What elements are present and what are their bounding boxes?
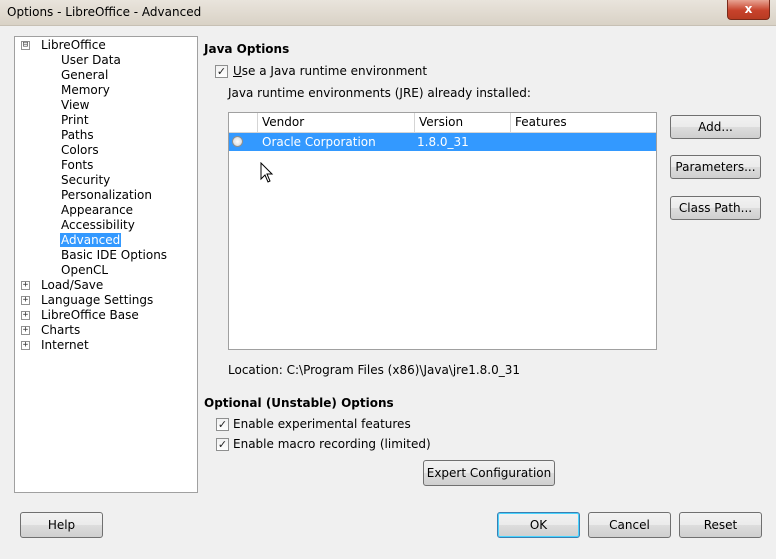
ok-button[interactable]: OK [497, 512, 580, 538]
table-row[interactable]: Oracle Corporation 1.8.0_31 [229, 133, 656, 151]
tree-item-view[interactable]: View [61, 98, 89, 113]
tree-item-label: Paths [61, 128, 94, 142]
experimental-features-label: Enable experimental features [233, 417, 411, 431]
tree-item-colors[interactable]: Colors [61, 143, 99, 158]
expand-icon[interactable]: + [21, 296, 30, 305]
add-button-label: Add... [698, 120, 733, 134]
tree-item-label: Accessibility [61, 218, 135, 232]
tree-item-label: Basic IDE Options [61, 248, 168, 262]
column-header-version[interactable]: Version [415, 113, 511, 133]
expert-configuration-label: Expert Configuration [426, 466, 552, 480]
tree-item-label: LibreOffice Base [41, 308, 139, 322]
tree-item-advanced[interactable]: Advanced [60, 233, 122, 248]
tree-item-label: OpenCL [61, 263, 109, 277]
tree-item-opencl[interactable]: OpenCL [61, 263, 108, 278]
help-button-label: Help [47, 518, 76, 532]
vendor-cell: Oracle Corporation [262, 135, 376, 149]
tree-item-general[interactable]: General [61, 68, 108, 83]
column-header-select [229, 113, 258, 133]
ok-button-label: OK [529, 518, 548, 532]
tree-item-appearance[interactable]: Appearance [61, 203, 133, 218]
cancel-button-label: Cancel [609, 518, 650, 532]
optional-options-heading: Optional (Unstable) Options [204, 396, 394, 410]
column-header-features[interactable]: Features [511, 113, 656, 133]
tree-item-label: User Data [61, 53, 121, 67]
tree-item-fonts[interactable]: Fonts [61, 158, 93, 173]
expand-icon[interactable]: + [21, 311, 30, 320]
mouse-cursor-icon [260, 162, 274, 183]
close-icon: x [744, 2, 753, 16]
use-jre-checkbox[interactable]: ✓ [215, 65, 228, 78]
jre-radio[interactable] [232, 136, 243, 147]
version-cell: 1.8.0_31 [417, 135, 469, 149]
check-icon: ✓ [217, 438, 228, 451]
options-tree[interactable]: ⊟ LibreOffice User Data General Memory V… [14, 36, 198, 493]
tree-item-accessibility[interactable]: Accessibility [61, 218, 135, 233]
tree-item-label: Internet [41, 338, 89, 352]
tree-item-personalization[interactable]: Personalization [61, 188, 152, 203]
tree-item-security[interactable]: Security [61, 173, 110, 188]
title-bar: Options - LibreOffice - Advanced x [0, 0, 776, 26]
reset-button[interactable]: Reset [679, 512, 762, 538]
class-path-button-label: Class Path... [678, 201, 753, 215]
installed-jre-label: Java runtime environments (JRE) already … [228, 86, 531, 100]
check-icon: ✓ [216, 65, 227, 78]
reset-button-label: Reset [703, 518, 738, 532]
tree-item-memory[interactable]: Memory [61, 83, 110, 98]
cancel-button[interactable]: Cancel [588, 512, 671, 538]
macro-recording-checkbox[interactable]: ✓ [216, 438, 229, 451]
column-header-vendor[interactable]: Vendor [258, 113, 415, 133]
parameters-button[interactable]: Parameters... [670, 155, 761, 179]
tree-item-label: General [61, 68, 109, 82]
tree-item-label: View [61, 98, 90, 112]
expert-configuration-button[interactable]: Expert Configuration [423, 460, 555, 486]
jre-table[interactable]: Vendor Version Features Oracle Corporati… [228, 112, 657, 350]
window-title: Options - LibreOffice - Advanced [7, 5, 202, 19]
tree-item-label: Load/Save [41, 278, 104, 292]
close-button[interactable]: x [727, 0, 770, 20]
tree-item-label: Appearance [61, 203, 134, 217]
tree-item-label: Language Settings [41, 293, 154, 307]
add-button[interactable]: Add... [670, 115, 761, 139]
tree-item-label: Print [61, 113, 89, 127]
tree-item-label: Security [61, 173, 111, 187]
experimental-features-checkbox[interactable]: ✓ [216, 418, 229, 431]
tree-item-label: Personalization [61, 188, 152, 202]
expand-icon[interactable]: + [21, 281, 30, 290]
tree-item-label: Charts [41, 323, 81, 337]
tree-item-label-selected: Advanced [60, 233, 122, 247]
use-jre-label: Use a Java runtime environment [233, 64, 427, 78]
macro-recording-label: Enable macro recording (limited) [233, 437, 431, 451]
parameters-button-label: Parameters... [675, 160, 756, 174]
class-path-button[interactable]: Class Path... [670, 196, 761, 220]
collapse-icon[interactable]: ⊟ [21, 41, 30, 50]
tree-item-print[interactable]: Print [61, 113, 89, 128]
tree-item-user-data[interactable]: User Data [61, 53, 121, 68]
java-options-heading: Java Options [204, 42, 290, 56]
tree-item-label: Fonts [61, 158, 94, 172]
tree-item-basic-ide-options[interactable]: Basic IDE Options [61, 248, 167, 263]
check-icon: ✓ [217, 418, 228, 431]
help-button[interactable]: Help [20, 512, 103, 538]
tree-item-label: Colors [61, 143, 99, 157]
expand-icon[interactable]: + [21, 341, 30, 350]
tree-item-paths[interactable]: Paths [61, 128, 94, 143]
tree-item-label: LibreOffice [41, 38, 106, 52]
jre-location-label: Location: C:\Program Files (x86)\Java\jr… [228, 363, 521, 377]
mnemonic-u: U [233, 64, 242, 78]
expand-icon[interactable]: + [21, 326, 30, 335]
use-jre-label-text: se a Java runtime environment [241, 64, 428, 78]
tree-item-label: Memory [61, 83, 110, 97]
